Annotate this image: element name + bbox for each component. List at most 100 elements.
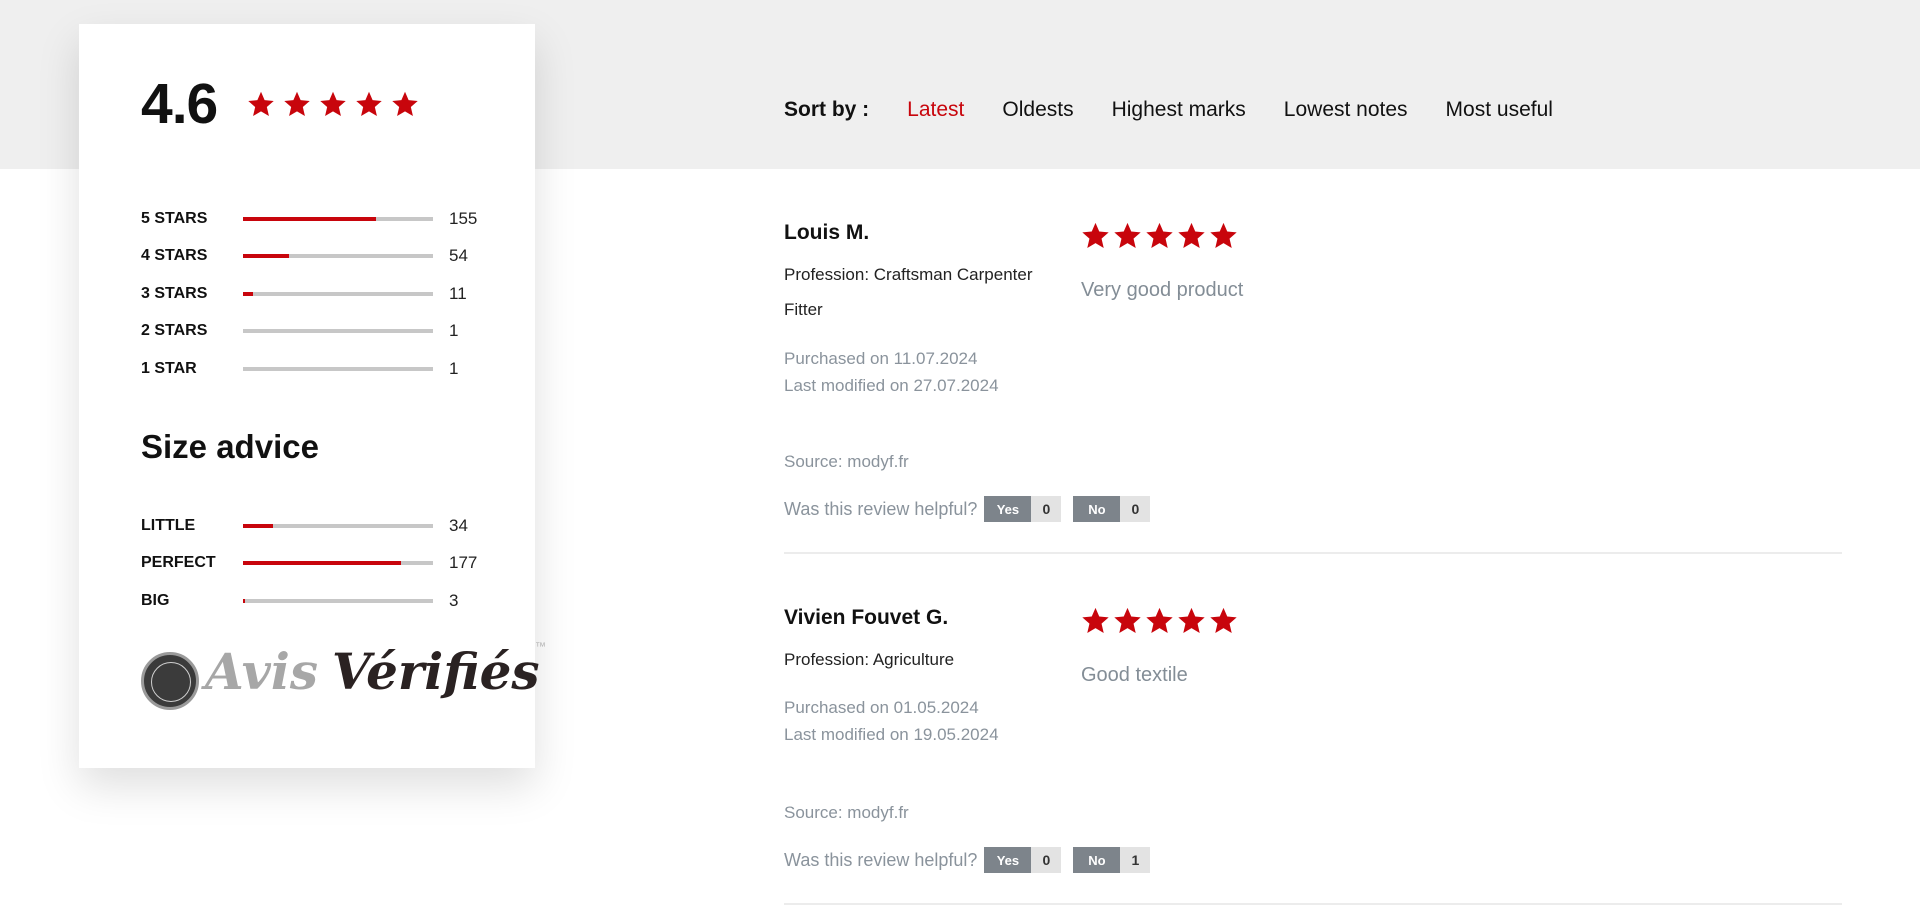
star-icon bbox=[1177, 606, 1206, 635]
distribution-count: 155 bbox=[449, 208, 478, 228]
no-label: No bbox=[1073, 847, 1121, 873]
yes-vote-button[interactable]: Yes 0 bbox=[984, 847, 1062, 873]
distribution-bar-fill bbox=[243, 291, 253, 296]
star-icon bbox=[1145, 221, 1174, 250]
distribution-row[interactable]: 2 STARS 1 bbox=[141, 313, 501, 351]
reviewer-name: Vivien Fouvet G. bbox=[784, 606, 949, 629]
trademark-mark: ™ bbox=[535, 641, 546, 653]
sort-label: Sort by : bbox=[784, 98, 870, 121]
review-divider bbox=[784, 903, 1842, 905]
size-advice-bar-fill bbox=[243, 523, 274, 528]
modified-date: Last modified on 27.07.2024 bbox=[784, 376, 999, 395]
star-icon bbox=[391, 90, 419, 118]
distribution-label: 1 STAR bbox=[141, 359, 197, 377]
yes-label: Yes bbox=[984, 496, 1032, 522]
size-advice-row: LITTLE 34 bbox=[141, 507, 501, 545]
review-comment: Good textile bbox=[1081, 664, 1188, 686]
distribution-count: 11 bbox=[449, 283, 467, 303]
review-comment: Very good product bbox=[1081, 279, 1244, 301]
yes-vote-button[interactable]: Yes 0 bbox=[984, 496, 1062, 522]
size-advice-label: PERFECT bbox=[141, 554, 216, 572]
distribution-label: 3 STARS bbox=[141, 284, 208, 302]
rating-distribution: 5 STARS 155 4 STARS 54 3 STARS 11 2 STAR… bbox=[141, 200, 501, 388]
rating-summary-card: 4.6 5 STARS 155 4 STARS 54 3 STARS 11 2 … bbox=[79, 24, 546, 768]
size-advice-count: 34 bbox=[449, 515, 468, 535]
distribution-bar bbox=[243, 254, 433, 259]
reviewer-profession: Profession: Agriculture bbox=[784, 650, 955, 669]
size-advice-count: 177 bbox=[449, 553, 478, 573]
helpful-vote: Was this review helpful? Yes 0 No 1 bbox=[784, 847, 1151, 873]
size-advice-row: PERFECT 177 bbox=[141, 545, 501, 583]
logo-wordmark: Avis Vérifiés bbox=[205, 642, 540, 701]
distribution-label: 2 STARS bbox=[141, 322, 208, 340]
sort-option-oldests[interactable]: Oldests bbox=[1002, 98, 1073, 122]
distribution-bar bbox=[243, 366, 433, 371]
purchase-date: Purchased on 01.05.2024 bbox=[784, 698, 979, 717]
distribution-row[interactable]: 4 STARS 54 bbox=[141, 238, 501, 276]
star-icon bbox=[247, 90, 275, 118]
size-advice-label: BIG bbox=[141, 591, 170, 609]
star-icon bbox=[1177, 221, 1206, 250]
review-stars bbox=[1081, 221, 1238, 250]
no-label: No bbox=[1073, 496, 1121, 522]
sort-option-lowest-notes[interactable]: Lowest notes bbox=[1284, 98, 1408, 122]
helpful-prompt: Was this review helpful? bbox=[784, 849, 978, 870]
size-advice-bar bbox=[243, 598, 433, 603]
star-icon bbox=[1145, 606, 1174, 635]
helpful-prompt: Was this review helpful? bbox=[784, 498, 978, 519]
distribution-label: 4 STARS bbox=[141, 247, 208, 265]
star-icon bbox=[1113, 221, 1142, 250]
distribution-row[interactable]: 5 STARS 155 bbox=[141, 200, 501, 238]
yes-count: 0 bbox=[1031, 847, 1062, 873]
yes-label: Yes bbox=[984, 847, 1032, 873]
size-advice-bar bbox=[243, 561, 433, 566]
modified-date: Last modified on 19.05.2024 bbox=[784, 725, 999, 744]
review-dates: Purchased on 11.07.2024 Last modified on… bbox=[784, 345, 999, 399]
size-advice-bar-fill bbox=[243, 598, 245, 603]
distribution-label: 5 STARS bbox=[141, 209, 208, 227]
distribution-row[interactable]: 1 STAR 1 bbox=[141, 350, 501, 388]
distribution-count: 1 bbox=[449, 358, 459, 378]
no-vote-button[interactable]: No 0 bbox=[1073, 496, 1151, 522]
purchase-date: Purchased on 11.07.2024 bbox=[784, 349, 978, 368]
size-advice-bar bbox=[243, 523, 433, 528]
star-icon bbox=[1081, 221, 1110, 250]
distribution-bar bbox=[243, 216, 433, 221]
sort-option-most-useful[interactable]: Most useful bbox=[1446, 98, 1553, 122]
star-icon bbox=[1209, 606, 1238, 635]
size-advice-list: LITTLE 34 PERFECT 177 BIG 3 bbox=[141, 507, 501, 620]
reviewer-profession: Profession: Craftsman Carpenter Fitter bbox=[784, 265, 1033, 319]
distribution-bar bbox=[243, 291, 433, 296]
distribution-bar-fill bbox=[243, 216, 376, 221]
no-count: 0 bbox=[1120, 496, 1151, 522]
sort-option-latest[interactable]: Latest bbox=[907, 98, 964, 122]
no-count: 1 bbox=[1120, 847, 1151, 873]
distribution-row[interactable]: 3 STARS 11 bbox=[141, 275, 501, 313]
distribution-bar bbox=[243, 329, 433, 334]
size-advice-label: LITTLE bbox=[141, 516, 196, 534]
sort-option-highest-marks[interactable]: Highest marks bbox=[1112, 98, 1246, 122]
no-vote-button[interactable]: No 1 bbox=[1073, 847, 1151, 873]
average-stars bbox=[247, 90, 419, 118]
star-icon bbox=[355, 90, 383, 118]
distribution-count: 1 bbox=[449, 321, 459, 341]
distribution-bar-fill bbox=[243, 254, 289, 259]
star-icon bbox=[319, 90, 347, 118]
review-dates: Purchased on 01.05.2024 Last modified on… bbox=[784, 694, 999, 748]
size-advice-row: BIG 3 bbox=[141, 582, 501, 620]
star-icon bbox=[283, 90, 311, 118]
yes-count: 0 bbox=[1031, 496, 1062, 522]
seal-icon bbox=[141, 652, 199, 710]
review-source: Source: modyf.fr bbox=[784, 803, 909, 822]
reviewer-name: Louis M. bbox=[784, 221, 870, 244]
star-icon bbox=[1209, 221, 1238, 250]
size-advice-bar-fill bbox=[243, 561, 401, 566]
review-source: Source: modyf.fr bbox=[784, 452, 909, 471]
review-divider bbox=[784, 552, 1842, 554]
star-icon bbox=[1081, 606, 1110, 635]
distribution-count: 54 bbox=[449, 246, 468, 266]
size-advice-title: Size advice bbox=[141, 428, 319, 465]
avis-verifies-logo[interactable]: Avis Vérifiés ™ bbox=[141, 627, 546, 717]
sort-bar: Sort by : Latest Oldests Highest marks L… bbox=[784, 95, 1591, 125]
helpful-vote: Was this review helpful? Yes 0 No 0 bbox=[784, 496, 1151, 522]
